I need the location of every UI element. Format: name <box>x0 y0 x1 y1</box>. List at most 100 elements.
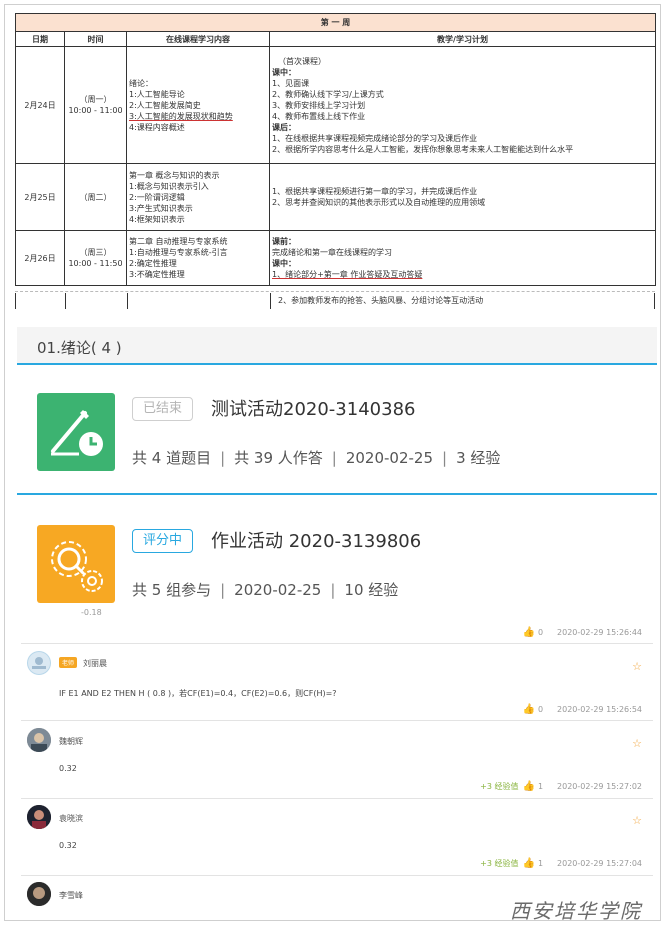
comment-time: 2020-02-29 15:26:44 <box>557 628 642 637</box>
continuation-text: 2、参加教师发布的抢答、头脑风暴、分组讨论等互动活动 <box>278 296 484 305</box>
table-row: 2月26日 （周三） 10:00 - 11:50 第二章 自动推理与专家系统 1… <box>15 230 657 286</box>
user-name[interactable]: 袁晓滨 <box>59 813 83 824</box>
user-name[interactable]: 刘丽晨 <box>83 659 107 668</box>
teacher-badge: 老师 <box>59 657 78 668</box>
content-line: 4:课程内容概述 <box>129 122 185 132</box>
plan-line: 课中： <box>272 67 296 77</box>
meta-answer-count: 共 39 人作答 <box>234 449 323 467</box>
row-plan: 1、根据共享课程视频进行第一章的学习，并完成课后作业 2、思考并查阅知识的其他表… <box>268 163 657 231</box>
user-name[interactable]: 李雪峰 <box>59 890 83 901</box>
row-time: （周三） 10:00 - 11:50 <box>64 230 127 286</box>
table-continuation: 2、参加教师发布的抢答、头脑风暴、分组讨论等互动活动 <box>15 293 655 309</box>
row-day: （周二） <box>79 192 112 202</box>
plan-line: 1、在线根据共享课程视频完成绪论部分的学习及课后作业 <box>272 133 478 143</box>
user-name[interactable]: 魏朝辉 <box>59 736 83 747</box>
activity-title[interactable]: 作业活动 2020-3139806 <box>211 527 421 553</box>
content-line: 第二章 自动推理与专家系统 <box>129 237 228 246</box>
week-title: 第 一 周 <box>14 13 657 32</box>
header-content: 在线课程学习内容 <box>126 31 270 47</box>
activity-meta: 共 4 道题目 | 共 39 人作答 | 2020-02-25 | 3 经验 <box>132 449 501 467</box>
comment-text: 0.32 <box>59 841 77 850</box>
comment-footer: 👍 0 2020-02-29 15:26:54 <box>522 704 642 715</box>
content-line: 3:产生式知识表示 <box>129 203 193 213</box>
activity-title[interactable]: 测试活动2020-3140386 <box>211 395 415 421</box>
plan-line: 4、教师布置线上线下作业 <box>272 111 366 121</box>
row-plan: （首次课程） 课中： 1、见面课 2、教师确认线下学习/上课方式 3、教师安排线… <box>268 46 657 164</box>
watermark-logo: 西安培华学院 <box>510 899 642 921</box>
star-icon[interactable]: ☆ <box>632 737 642 750</box>
comment-footer: 👍 0 2020-02-29 15:26:44 <box>522 627 642 638</box>
page-break-line <box>15 291 655 292</box>
like-icon[interactable]: 👍 <box>522 858 534 869</box>
plan-line: （首次课程） <box>278 56 326 66</box>
plan-line: 完成绪论和第一章在线课程的学习 <box>272 248 392 257</box>
status-badge: 已结束 <box>132 397 194 421</box>
row-content: 第二章 自动推理与专家系统 1:自动推理与专家系统-引言 2:确定性推理 3:不… <box>126 230 270 286</box>
avatar[interactable] <box>27 651 51 675</box>
like-icon[interactable]: 👍 <box>522 704 534 715</box>
like-count: 0 <box>537 628 544 637</box>
activity-meta: 共 5 组参与 | 2020-02-25 | 10 经验 <box>132 581 399 599</box>
experience-gain: +3 经验值 <box>480 782 519 791</box>
row-content: 第一章 概念与知识的表示 1:概念与知识表示引入 2:一阶谓词逻辑 3:产生式知… <box>126 163 270 231</box>
plan-line: 2、根据所学内容思考什么是人工智能，发挥你想象思考未来人工智能能达到什么水平 <box>272 144 574 154</box>
test-activity-icon <box>37 393 115 471</box>
row-day: （周一） <box>79 95 112 104</box>
header-plan: 教学/学习计划 <box>268 31 657 47</box>
header-date: 日期 <box>15 31 65 47</box>
section-title: 01.绪论( 4 ) <box>37 339 122 357</box>
star-icon[interactable]: ☆ <box>632 660 642 673</box>
row-time: （周一） 10:00 - 11:00 <box>64 46 127 164</box>
activity-card-test[interactable]: 已结束 测试活动2020-3140386 共 4 道题目 | 共 39 人作答 | 20… <box>17 367 657 495</box>
comment-text: 0.32 <box>59 764 77 773</box>
comment-time: 2020-02-29 15:26:54 <box>557 705 642 714</box>
screenshot-frame: 第 一 周 日期 时间 在线课程学习内容 教学/学习计划 2月24日 （周一） … <box>4 4 661 921</box>
content-line: 绪论： <box>129 78 153 88</box>
content-line: 1:人工智能导论 <box>129 89 185 99</box>
like-icon[interactable]: 👍 <box>522 627 534 638</box>
row-date: 2月26日 <box>15 230 65 286</box>
plan-line: 2、教师确认线下学习/上课方式 <box>272 89 384 99</box>
homework-activity-icon <box>37 525 115 603</box>
row-plan: 课前： 完成绪论和第一章在线课程的学习 课中： 1、绪论部分+第一章 作业答疑及… <box>268 230 657 286</box>
row-date: 2月24日 <box>15 46 65 164</box>
avatar[interactable] <box>27 805 51 829</box>
plan-line: 课后： <box>272 122 296 132</box>
meta-group-count: 共 5 组参与 <box>132 581 212 599</box>
plan-line: 1、根据共享课程视频进行第一章的学习，并完成课后作业 <box>272 187 478 196</box>
divider <box>21 720 653 721</box>
like-count: 0 <box>537 705 544 714</box>
meta-date: 2020-02-25 <box>345 449 434 467</box>
meta-experience: 10 经验 <box>344 581 399 599</box>
plan-line: 2、思考并查阅知识的其他表示形式以及自动推理的应用领域 <box>272 198 486 207</box>
experience-gain: +3 经验值 <box>480 859 519 868</box>
content-line: 4:框架知识表示 <box>129 214 185 224</box>
schedule-table: 第 一 周 日期 时间 在线课程学习内容 教学/学习计划 2月24日 （周一） … <box>14 13 657 286</box>
star-icon[interactable]: ☆ <box>632 814 642 827</box>
row-time: （周二） <box>64 163 127 231</box>
content-line: 1:自动推理与专家系统-引言 <box>129 248 228 257</box>
plan-line: 课前： <box>272 237 296 246</box>
row-date: 2月25日 <box>15 163 65 231</box>
content-line: 1:概念与知识表示引入 <box>129 181 209 191</box>
activity-card-homework[interactable]: 评分中 作业活动 2020-3139806 共 5 组参与 | 2020-02-25… <box>17 499 657 627</box>
meta-date: 2020-02-25 <box>234 581 322 599</box>
meta-question-count: 共 4 道题目 <box>132 449 212 467</box>
comment-footer: +3 经验值 👍 1 2020-02-29 15:27:02 <box>480 781 642 792</box>
avatar[interactable] <box>27 728 51 752</box>
like-count: 1 <box>537 782 544 791</box>
avatar[interactable] <box>27 882 51 906</box>
section-header[interactable]: 01.绪论( 4 ) <box>17 327 657 365</box>
like-icon[interactable]: 👍 <box>522 781 534 792</box>
row-content: 绪论： 1:人工智能导论 2:人工智能发展简史 3:人工智能的发展现状和趋势 4… <box>126 46 270 164</box>
row-time-range: 10:00 - 11:00 <box>68 106 123 115</box>
divider <box>21 798 653 799</box>
content-line: 3:人工智能的发展现状和趋势 <box>129 111 233 121</box>
content-line: 3:不确定性推理 <box>129 270 185 279</box>
plan-line: 1、见面课 <box>272 78 310 88</box>
header-time: 时间 <box>64 31 127 47</box>
row-day: （周三） <box>79 248 112 257</box>
table-row: 2月24日 （周一） 10:00 - 11:00 绪论： 1:人工智能导论 2:… <box>15 46 657 164</box>
status-badge: 评分中 <box>132 529 194 553</box>
comment-time: 2020-02-29 15:27:02 <box>557 782 642 791</box>
